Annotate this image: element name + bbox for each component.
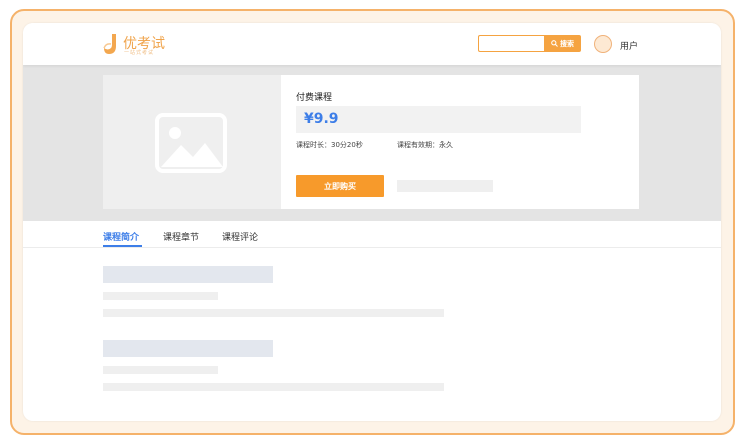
skeleton-line [103,366,218,374]
brand-tagline: 一站式考试 [124,50,155,56]
course-duration: 课程时长：30分20秒 [296,141,363,149]
top-navigation-bar: 优考试 一站式考试 搜索 用户 [23,23,721,65]
user-name[interactable]: 用户 [620,39,638,52]
placeholder-bar [397,180,493,192]
image-placeholder-icon [155,113,227,173]
skeleton-line [103,309,444,317]
search-icon [551,40,558,47]
skeleton-title [103,340,273,357]
search-input[interactable] [478,35,544,52]
course-hero: 付费课程 ¥9.9 课程时长：30分20秒 课程有效期：永久 立即购买 [23,65,721,221]
tab-comments[interactable]: 课程评论 [222,230,258,243]
course-validity: 课程有效期：永久 [397,141,453,149]
search-button[interactable]: 搜索 [544,35,581,52]
course-type-label: 付费课程 [296,93,333,103]
tab-chapters[interactable]: 课程章节 [163,230,199,243]
brand-logo[interactable]: 优考试 一站式考试 [103,33,173,57]
skeleton-title [103,266,273,283]
browser-window: 优考试 一站式考试 搜索 用户 付费课程 ¥9.9 课程时长：30分20秒 课程… [23,23,721,421]
course-cover-image [103,75,281,209]
course-price: ¥9.9 [304,111,339,127]
skeleton-line [103,383,444,391]
active-tab-indicator [103,245,142,247]
price-box: ¥9.9 [296,106,581,133]
user-avatar[interactable] [594,35,612,53]
search-button-label: 搜索 [560,39,574,48]
logo-icon [103,34,116,54]
skeleton-line [103,292,218,300]
course-tabs: 课程简介 课程章节 课程评论 [23,221,721,248]
tab-intro[interactable]: 课程简介 [103,230,139,243]
course-info-panel: 付费课程 ¥9.9 课程时长：30分20秒 课程有效期：永久 立即购买 [281,75,639,209]
buy-now-button[interactable]: 立即购买 [296,175,384,197]
